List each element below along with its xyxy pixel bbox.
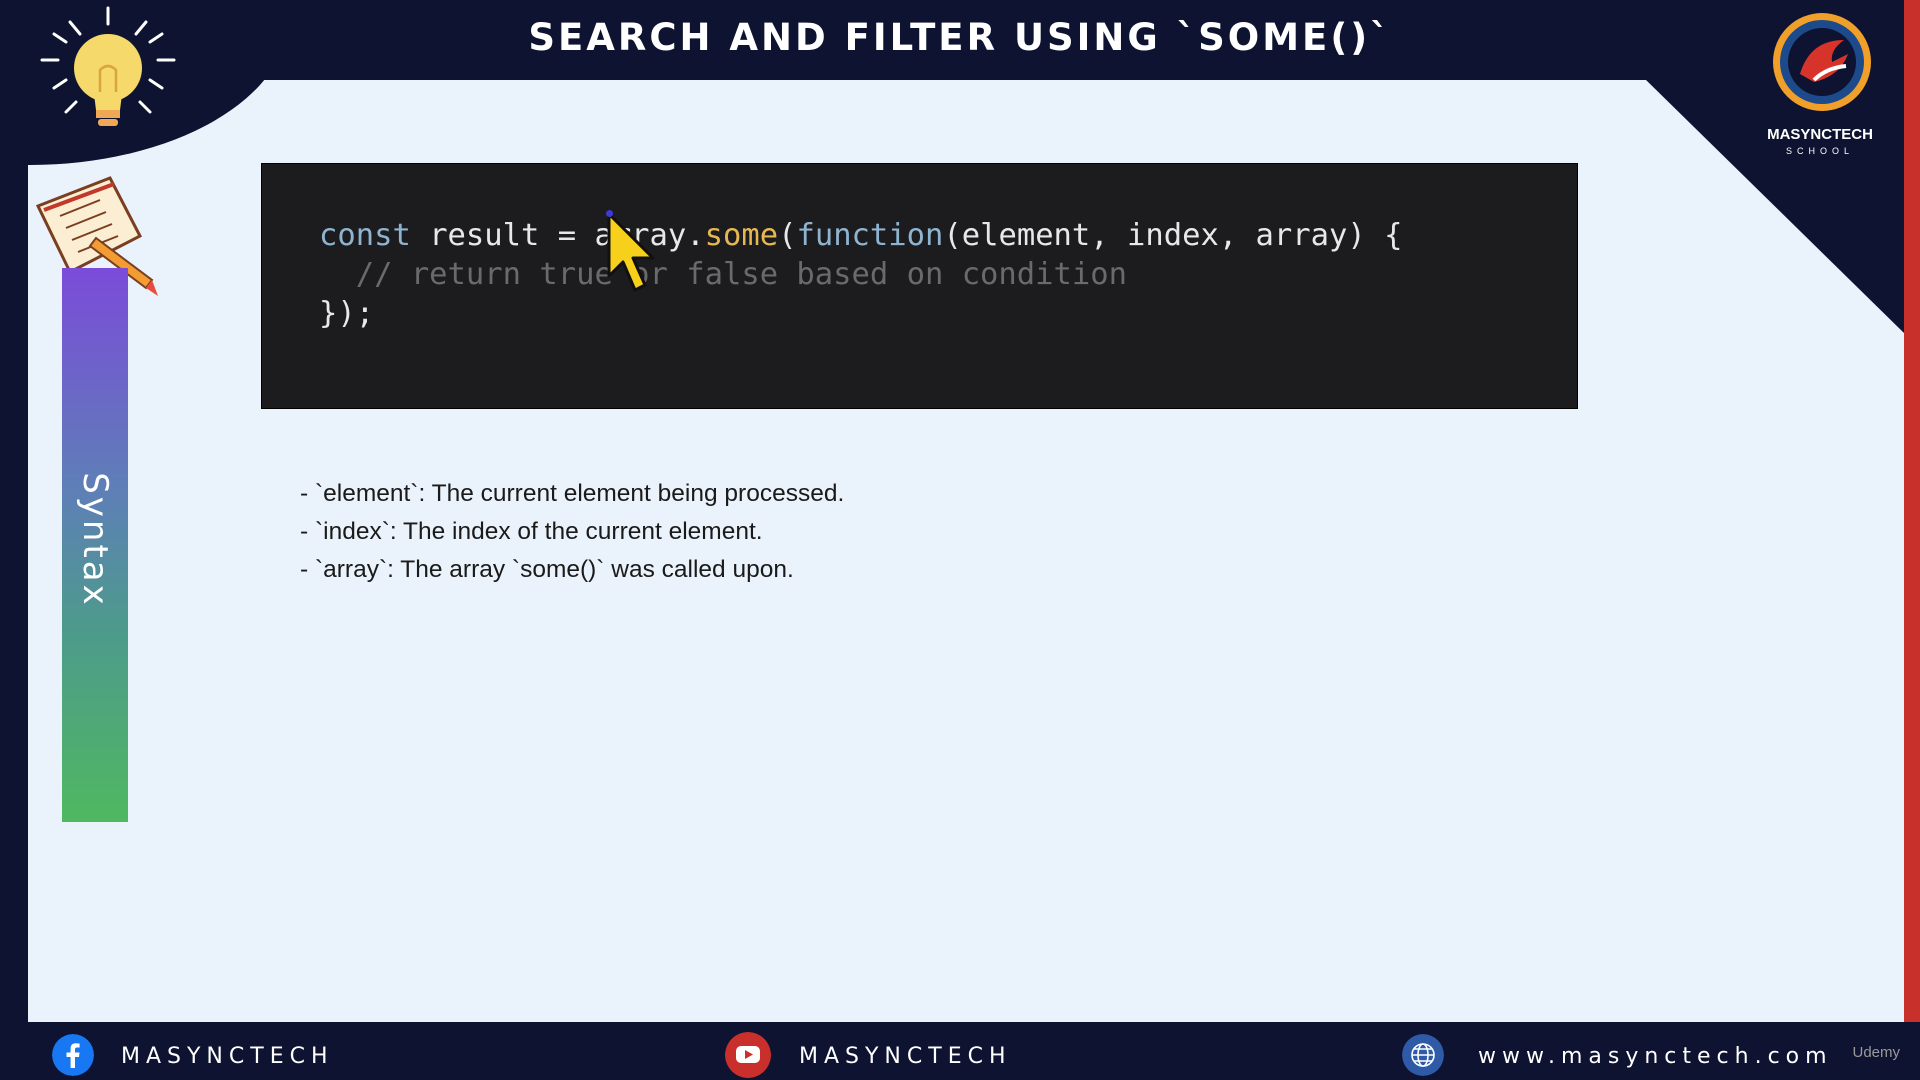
code-line-3: }); — [319, 296, 375, 331]
code-token: function — [796, 218, 944, 253]
logo-emblem-icon — [1773, 13, 1871, 111]
list-item: - `array`: The array `some()` was called… — [300, 556, 794, 583]
youtube-icon[interactable] — [725, 1032, 771, 1078]
code-token: ( — [778, 218, 797, 253]
brand-logo: MASYNCTECH SCHOOL — [1760, 10, 1880, 156]
logo-subtitle: SCHOOL — [1785, 146, 1854, 156]
list-item: - `element`: The current element being p… — [300, 480, 845, 507]
youtube-handle[interactable]: MASYNCTECH — [799, 1044, 1012, 1069]
footer-bar: MASYNCTECH MASYNCTECH www.masynctech.com… — [0, 1022, 1920, 1080]
code-token: (element, index, array) { — [943, 218, 1403, 253]
code-line-1: const result = array.some(function(eleme… — [319, 218, 1402, 253]
code-line-2: // return true or false based on conditi… — [319, 257, 1127, 292]
facebook-icon[interactable] — [52, 1034, 94, 1076]
parameter-list: - `element`: The current element being p… — [300, 475, 844, 589]
code-token: some — [704, 218, 779, 253]
right-accent-stripe — [1904, 0, 1920, 1022]
page-title: SEARCH AND FILTER USING `SOME()` — [528, 16, 1392, 59]
facebook-handle[interactable]: MASYNCTECH — [121, 1044, 334, 1069]
globe-icon[interactable] — [1402, 1034, 1444, 1076]
watermark: Udemy — [1852, 1044, 1900, 1061]
code-token: const — [319, 218, 411, 253]
list-item: - `index`: The index of the current elem… — [300, 518, 763, 545]
section-label: Syntax — [75, 472, 115, 608]
code-block: const result = array.some(function(eleme… — [261, 163, 1578, 409]
click-indicator — [606, 210, 613, 217]
code-text: const result = array.some(function(eleme… — [319, 216, 1402, 333]
lightbulb-icon — [40, 6, 176, 126]
cursor-icon — [607, 212, 655, 292]
logo-name: MASYNCTECH — [1767, 126, 1873, 143]
website-link[interactable]: www.masynctech.com — [1478, 1044, 1833, 1069]
